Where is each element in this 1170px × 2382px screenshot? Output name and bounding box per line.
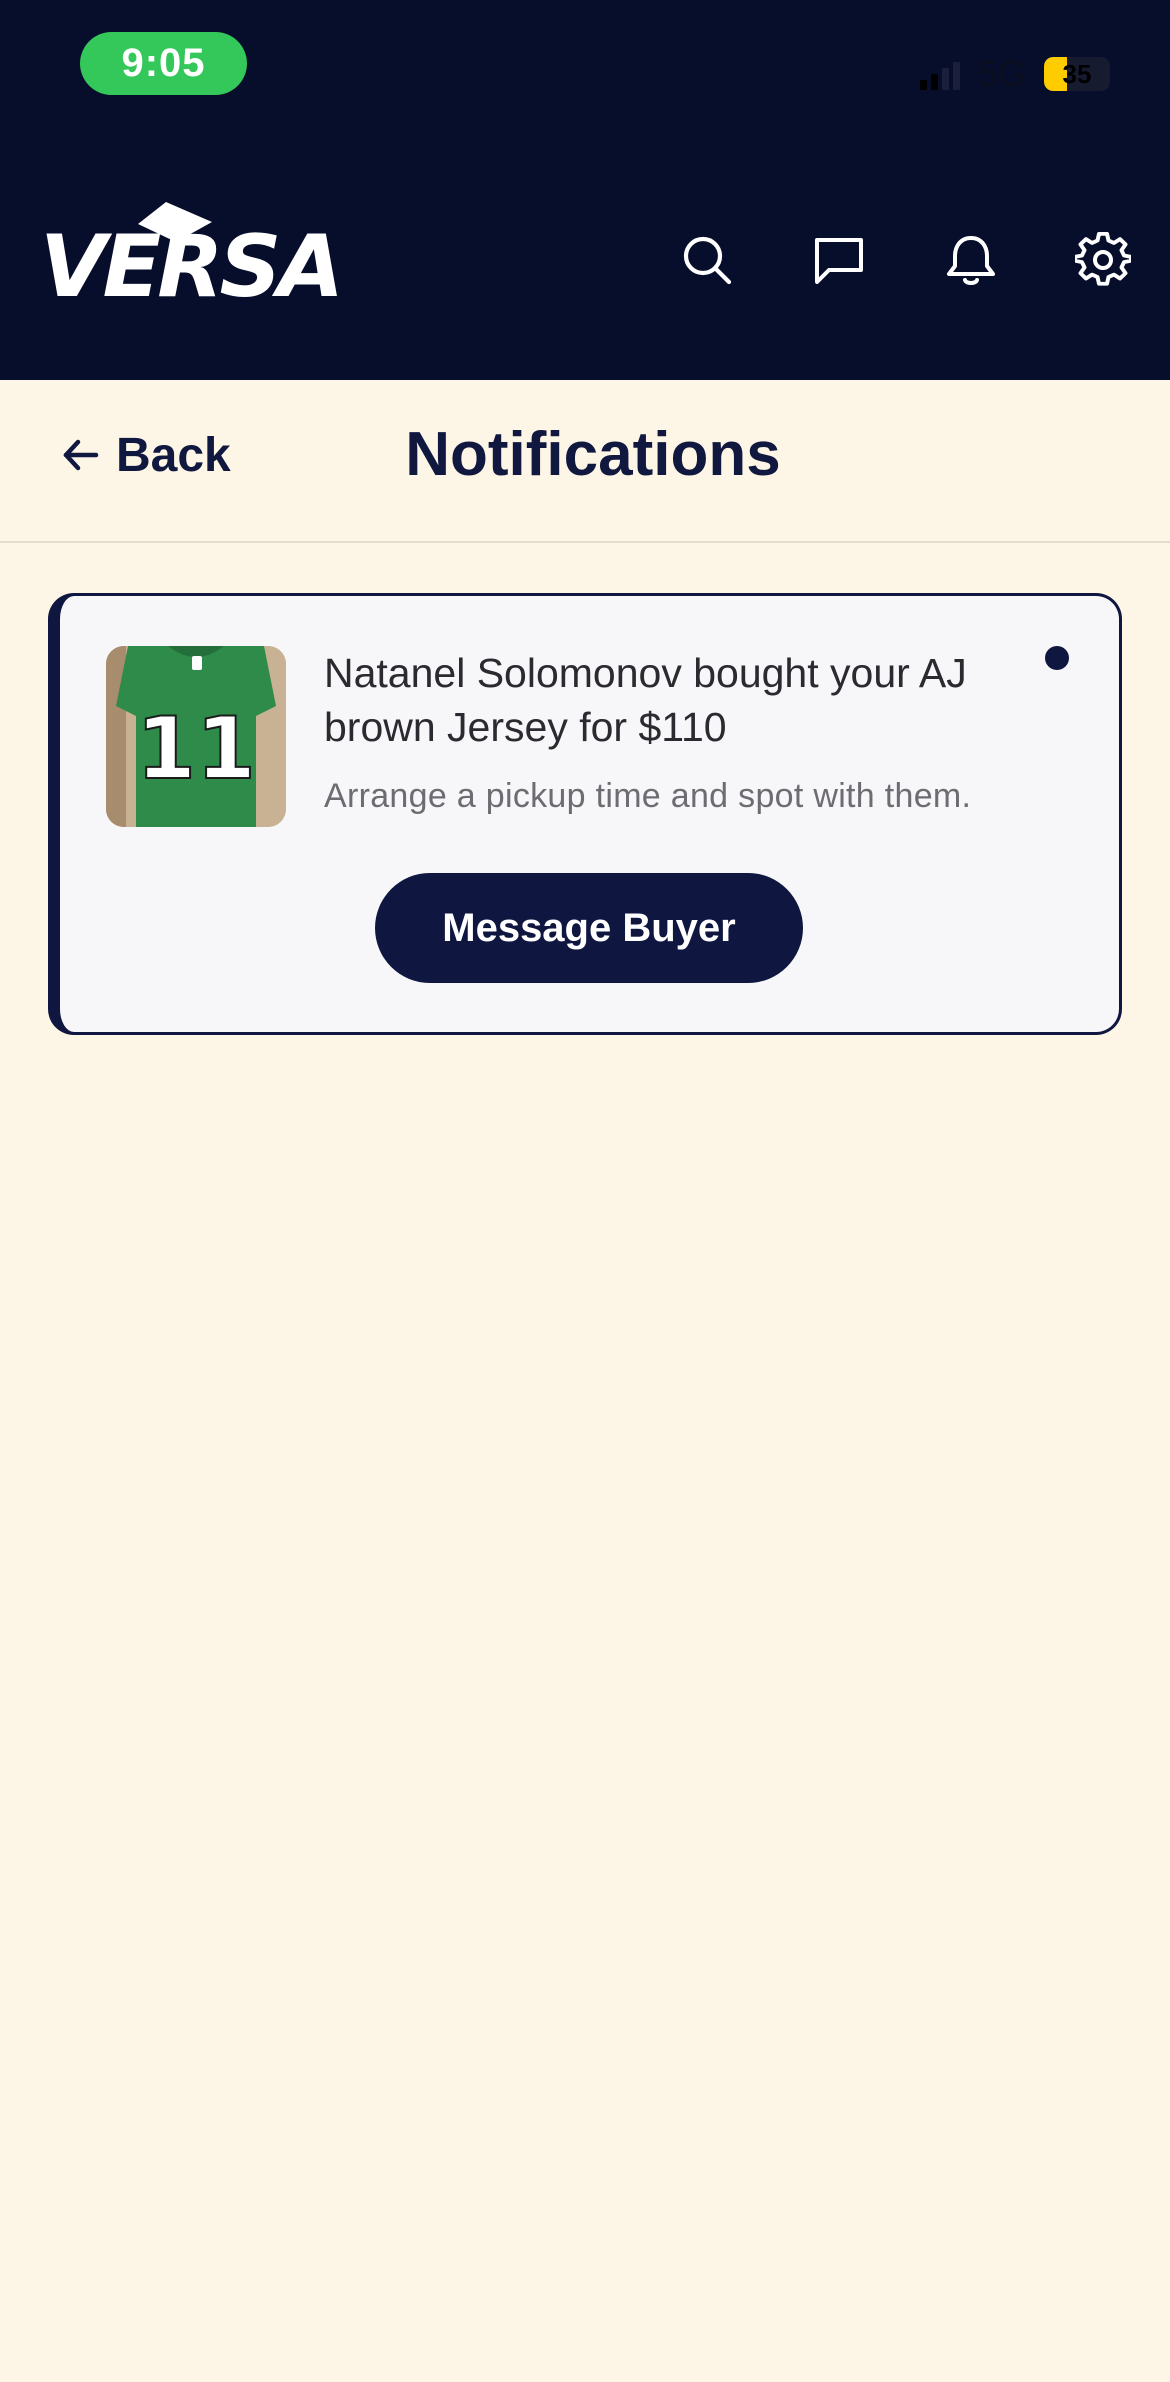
page-title: Notifications [405,420,781,489]
gear-icon[interactable] [1071,228,1135,292]
jersey-number: 11 [136,699,256,799]
network-type: 5G [977,53,1026,94]
header-actions [0,228,1170,292]
app-header: 9:05 5G 35 VERSA [0,0,1170,380]
battery-icon: 35 [1044,57,1110,91]
notification-card[interactable]: 11 Natanel Solomonov bought your AJ brow… [48,593,1122,1035]
battery-percent: 35 [1062,58,1092,89]
nav-bar: Back Notifications [0,380,1170,543]
message-buyer-button[interactable]: Message Buyer [375,873,803,983]
jersey-thumbnail: 11 [106,646,286,827]
search-icon[interactable] [675,228,739,292]
status-time: 9:05 [80,32,247,95]
unread-indicator [1045,646,1069,670]
notification-title: Natanel Solomonov bought your AJ brown J… [324,650,967,750]
cellular-signal-icon [919,58,960,90]
notification-subtitle: Arrange a pickup time and spot with them… [324,777,972,815]
bell-icon[interactable] [939,228,1003,292]
status-indicators: 5G 35 [919,52,1110,96]
chat-icon[interactable] [807,228,871,292]
jersey-image: 11 [106,646,286,827]
